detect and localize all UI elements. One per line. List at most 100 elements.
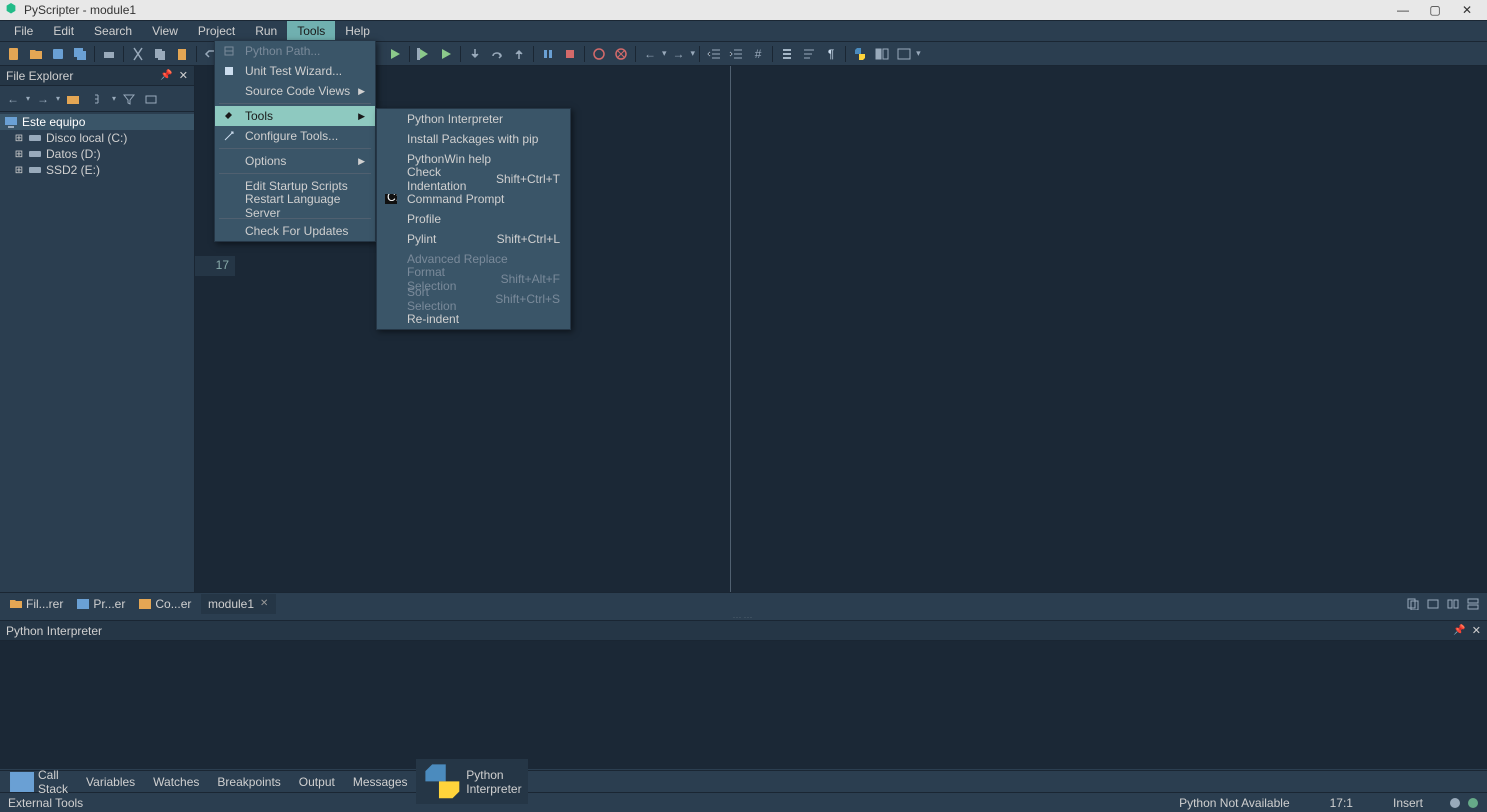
save-all-button[interactable]	[70, 44, 90, 64]
drive-icon	[28, 148, 42, 160]
expand-icon[interactable]: ⊞	[14, 149, 24, 160]
run-button[interactable]	[385, 44, 405, 64]
layout-button[interactable]	[872, 44, 892, 64]
print-button[interactable]	[99, 44, 119, 64]
pin-icon[interactable]: 📌	[160, 70, 172, 81]
step-into-button[interactable]	[465, 44, 485, 64]
tree-item[interactable]: ⊞ Disco local (C:)	[0, 130, 194, 146]
wrap-button[interactable]	[799, 44, 819, 64]
file-explorer-header: File Explorer 📌 ✕	[0, 66, 194, 86]
dock-tab-breakpoints[interactable]: Breakpoints	[207, 773, 286, 791]
fe-back-button[interactable]: ←	[4, 90, 22, 108]
tab-close-icon[interactable]: ✕	[260, 598, 268, 609]
step-over-button[interactable]	[487, 44, 507, 64]
tree-item[interactable]: ⊞ SSD2 (E:)	[0, 162, 194, 178]
tab-action-1[interactable]	[1405, 596, 1421, 612]
close-button[interactable]: ✕	[1461, 4, 1473, 16]
new-file-button[interactable]	[4, 44, 24, 64]
python-icon-button[interactable]	[850, 44, 870, 64]
fe-refresh-button[interactable]	[142, 90, 160, 108]
dock-tab-variables[interactable]: Variables	[76, 773, 141, 791]
panel-close-icon[interactable]: ✕	[1472, 624, 1481, 637]
nav-back-button[interactable]: ←	[640, 44, 660, 64]
menu-search[interactable]: Search	[84, 21, 142, 41]
line-number: 17	[195, 258, 229, 272]
fe-filter-button[interactable]	[120, 90, 138, 108]
menu-view[interactable]: View	[142, 21, 188, 41]
toggle-comment-button[interactable]: #	[748, 44, 768, 64]
dock-tab-output[interactable]: Output	[289, 773, 341, 791]
dock-tab-messages[interactable]: Messages	[343, 773, 414, 791]
dock-tab-watches[interactable]: Watches	[143, 773, 205, 791]
code-icon	[139, 599, 151, 609]
submenu-check-indentation[interactable]: Check IndentationShift+Ctrl+T	[377, 169, 570, 189]
submenu-profile[interactable]: Profile	[377, 209, 570, 229]
panel-close-icon[interactable]: ✕	[179, 69, 188, 82]
status-icon-2[interactable]	[1467, 797, 1479, 809]
list-button[interactable]	[777, 44, 797, 64]
pin-icon[interactable]: 📌	[1453, 625, 1465, 636]
minimize-button[interactable]: —	[1397, 4, 1409, 16]
pause-button[interactable]	[538, 44, 558, 64]
menu-help[interactable]: Help	[335, 21, 380, 41]
svg-text:C:\: C:\	[387, 194, 397, 204]
menu-item-source-code-views[interactable]: Source Code Views ▶	[215, 81, 375, 101]
dock-tab-call-stack[interactable]: Call Stack	[4, 766, 74, 798]
fe-tree-button[interactable]	[90, 90, 108, 108]
run-to-cursor-button[interactable]	[436, 44, 456, 64]
expand-icon[interactable]: ⊞	[14, 165, 24, 176]
file-explorer-panel: File Explorer 📌 ✕ ← ▾ → ▾ ▾ Este equipo …	[0, 66, 195, 592]
outdent-button[interactable]	[704, 44, 724, 64]
fe-forward-button[interactable]: →	[34, 90, 52, 108]
copy-button[interactable]	[150, 44, 170, 64]
menu-item-configure-tools[interactable]: Configure Tools...	[215, 126, 375, 146]
menu-project[interactable]: Project	[188, 21, 245, 41]
debug-button[interactable]	[414, 44, 434, 64]
clear-breakpoints-button[interactable]	[611, 44, 631, 64]
layout-dropdown-button[interactable]	[894, 44, 914, 64]
tools-icon	[221, 108, 237, 124]
submenu-command-prompt[interactable]: C:\ Command Prompt	[377, 189, 570, 209]
project-icon	[77, 599, 89, 609]
interpreter-body[interactable]	[0, 641, 1487, 769]
menu-run[interactable]: Run	[245, 21, 287, 41]
tree-root[interactable]: Este equipo	[0, 114, 194, 130]
menu-item-restart-language-server[interactable]: Restart Language Server	[215, 196, 375, 216]
menu-item-tools[interactable]: Tools ▶	[215, 106, 375, 126]
menu-edit[interactable]: Edit	[43, 21, 84, 41]
fe-up-button[interactable]	[64, 90, 82, 108]
status-icon-1[interactable]	[1449, 797, 1461, 809]
toggle-breakpoint-button[interactable]	[589, 44, 609, 64]
menu-item-options[interactable]: Options ▶	[215, 151, 375, 171]
dock-tab-python-interpreter[interactable]: Python Interpreter	[416, 759, 528, 804]
cut-button[interactable]	[128, 44, 148, 64]
paste-button[interactable]	[172, 44, 192, 64]
expand-icon[interactable]: ⊞	[14, 133, 24, 144]
menu-item-check-for-updates[interactable]: Check For Updates	[215, 221, 375, 241]
submenu-re-indent[interactable]: Re-indent	[377, 309, 570, 329]
editor-tab-module1[interactable]: module1 ✕	[200, 594, 276, 614]
sidebar-tab-project[interactable]: Pr...er	[71, 595, 131, 613]
submenu-install-packages[interactable]: Install Packages with pip	[377, 129, 570, 149]
submenu-pylint[interactable]: PylintShift+Ctrl+L	[377, 229, 570, 249]
sidebar-tab-file-explorer[interactable]: Fil...rer	[4, 595, 69, 613]
stop-button[interactable]	[560, 44, 580, 64]
pilcrow-button[interactable]: ¶	[821, 44, 841, 64]
menu-tools[interactable]: Tools	[287, 21, 335, 41]
menu-item-unit-test-wizard[interactable]: Unit Test Wizard...	[215, 61, 375, 81]
tab-action-4[interactable]	[1465, 596, 1481, 612]
interpreter-panel: Python Interpreter 📌 ✕	[0, 620, 1487, 770]
sidebar-tab-code-explorer[interactable]: Co...er	[133, 595, 197, 613]
open-file-button[interactable]	[26, 44, 46, 64]
step-out-button[interactable]	[509, 44, 529, 64]
tab-action-2[interactable]	[1425, 596, 1441, 612]
save-button[interactable]	[48, 44, 68, 64]
submenu-python-interpreter[interactable]: Python Interpreter	[377, 109, 570, 129]
tab-action-3[interactable]	[1445, 596, 1461, 612]
maximize-button[interactable]: ▢	[1429, 4, 1441, 16]
nav-forward-button[interactable]: →	[669, 44, 689, 64]
menu-file[interactable]: File	[4, 21, 43, 41]
tree-item[interactable]: ⊞ Datos (D:)	[0, 146, 194, 162]
menu-bar: File Edit Search View Project Run Tools …	[0, 20, 1487, 42]
indent-button[interactable]	[726, 44, 746, 64]
